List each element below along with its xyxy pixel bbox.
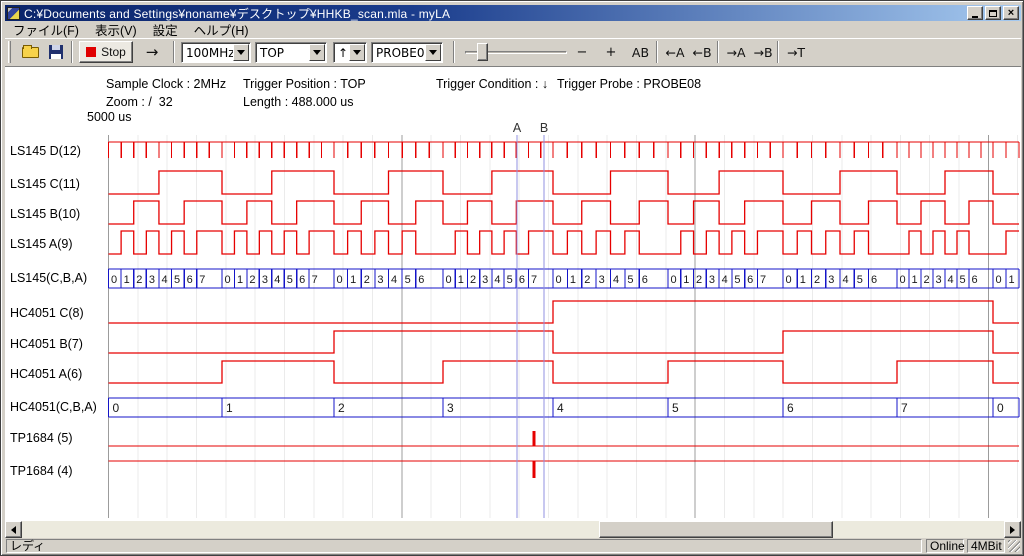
close-button[interactable]: × [1003, 6, 1019, 20]
info-trigger-position: Trigger Position : TOP [243, 77, 366, 91]
horizontal-scrollbar[interactable] [5, 521, 1021, 538]
app-window: C:¥Documents and Settings¥noname¥デスクトップ¥… [0, 0, 1024, 556]
toolbar-separator [173, 41, 175, 63]
info-sample-clock: Sample Clock : 2MHz [106, 77, 226, 91]
chevron-down-icon [429, 50, 437, 55]
maximize-button[interactable] [985, 6, 1001, 20]
open-file-button[interactable] [18, 41, 42, 63]
save-floppy-icon [49, 45, 63, 59]
run-button[interactable]: → [138, 41, 166, 63]
info-length: Length : 488.000 us [243, 95, 354, 109]
scroll-left-button[interactable] [5, 521, 22, 538]
menu-settings[interactable]: 設定 [145, 19, 186, 40]
arrow-right-icon [1010, 526, 1015, 534]
goto-trigger-button[interactable]: →T [783, 41, 809, 63]
chevron-down-icon [353, 50, 361, 55]
sample-rate-combo[interactable]: 100MHz [181, 42, 251, 63]
toolbar-separator [717, 41, 719, 63]
toolbar-separator [656, 41, 658, 63]
open-folder-icon [22, 47, 39, 58]
zoom-slider[interactable] [465, 41, 567, 63]
save-file-button[interactable] [44, 41, 68, 63]
menu-help[interactable]: ヘルプ(H) [186, 19, 257, 40]
trigger-edge-combo[interactable]: ↑ [333, 42, 367, 63]
cursor-b-right-button[interactable]: →B [750, 41, 776, 63]
trigger-probe-value: PROBE00 [376, 46, 432, 60]
dropdown-button[interactable] [309, 44, 325, 61]
info-trigger-condition: Trigger Condition : ↓ [436, 77, 548, 91]
dropdown-button[interactable] [349, 44, 365, 61]
info-zoom: Zoom : / 32 [106, 95, 173, 109]
dropdown-button[interactable] [233, 44, 249, 61]
chevron-down-icon [237, 50, 245, 55]
trigger-position-combo[interactable]: TOP [255, 42, 327, 63]
zoom-in-button[interactable]: + [599, 41, 623, 63]
maximize-icon [989, 10, 997, 17]
stop-button[interactable]: Stop [79, 41, 133, 63]
sample-rate-value: 100MHz [186, 46, 235, 60]
zoom-ab-button[interactable]: AB [627, 41, 654, 63]
toolbar-gripper [8, 41, 11, 63]
cursor-b-left-button[interactable]: ←B [689, 41, 715, 63]
status-bar: レディ Online 4MBit [5, 539, 1021, 553]
menu-file[interactable]: ファイル(F) [5, 19, 87, 40]
info-trigger-probe: Trigger Probe : PROBE08 [557, 77, 701, 91]
close-icon: × [1008, 8, 1014, 18]
zoom-out-button[interactable]: − [570, 41, 594, 63]
stop-label: Stop [101, 45, 126, 59]
app-icon [7, 7, 20, 20]
toolbar-separator [71, 41, 73, 63]
trigger-probe-combo[interactable]: PROBE00 [371, 42, 443, 63]
status-memory: 4MBit [967, 539, 1005, 553]
chevron-down-icon [313, 50, 321, 55]
menu-bar: ファイル(F) 表示(V) 設定 ヘルプ(H) [5, 21, 1021, 38]
stop-square-icon [86, 47, 96, 57]
toolbar: Stop → 100MHz TOP ↑ PROBE00 − + AB ←A [5, 38, 1021, 67]
dropdown-button[interactable] [425, 44, 441, 61]
toolbar-separator [777, 41, 779, 63]
trigger-position-value: TOP [260, 46, 284, 60]
minimize-icon [972, 16, 978, 18]
status-online: Online [926, 539, 964, 553]
resize-grip-icon[interactable] [1008, 540, 1020, 552]
status-ready: レディ [6, 539, 922, 553]
toolbar-separator [453, 41, 455, 63]
scroll-right-button[interactable] [1004, 521, 1021, 538]
cursor-a-right-button[interactable]: →A [723, 41, 749, 63]
cursor-a-left-button[interactable]: ←A [662, 41, 688, 63]
trigger-edge-value: ↑ [338, 46, 348, 60]
minimize-button[interactable] [967, 6, 983, 20]
menu-view[interactable]: 表示(V) [87, 19, 145, 40]
arrow-left-icon [11, 526, 16, 534]
waveform-client-area: Sample Clock : 2MHz Trigger Position : T… [5, 67, 1021, 538]
hscroll-thumb[interactable] [599, 521, 833, 538]
zoom-slider-handle[interactable] [477, 43, 488, 61]
run-arrow-icon: → [146, 43, 159, 61]
